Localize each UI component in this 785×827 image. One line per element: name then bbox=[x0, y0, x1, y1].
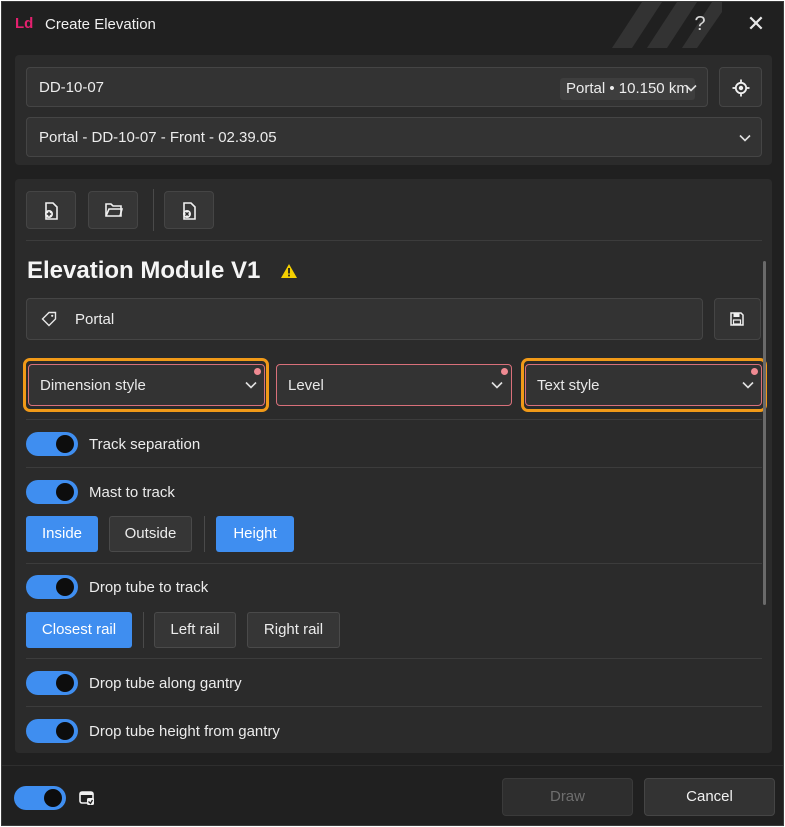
cancel-button[interactable]: Cancel bbox=[644, 778, 775, 816]
location-panel: DD-10-07 Portal • 10.150 km Portal - DD-… bbox=[15, 55, 772, 165]
level-label: Level bbox=[288, 377, 324, 394]
drop-tube-along-gantry-label: Drop tube along gantry bbox=[89, 675, 242, 692]
footer: Draw Cancel bbox=[2, 765, 783, 825]
new-file-icon bbox=[45, 202, 58, 220]
toggle-knob bbox=[44, 789, 62, 807]
toggle-knob bbox=[56, 435, 74, 453]
tag-field[interactable]: Portal bbox=[26, 298, 703, 340]
level-dropdown[interactable]: Level bbox=[276, 364, 512, 406]
module-panel: Elevation Module V1 Portal Dimension sty… bbox=[15, 179, 772, 753]
height-button[interactable]: Height bbox=[216, 516, 294, 552]
warning-icon bbox=[281, 264, 297, 278]
section-separator bbox=[26, 563, 762, 564]
delete-file-button[interactable] bbox=[164, 191, 214, 229]
track-separation-toggle[interactable] bbox=[26, 432, 78, 456]
tag-icon bbox=[41, 311, 57, 327]
inside-button[interactable]: Inside bbox=[26, 516, 98, 552]
text-style-label: Text style bbox=[537, 377, 600, 394]
tag-value: Portal bbox=[75, 311, 115, 328]
outside-button[interactable]: Outside bbox=[109, 516, 192, 552]
section-separator bbox=[26, 658, 762, 659]
app-logo: Ld bbox=[15, 15, 34, 32]
toolbar-divider bbox=[153, 189, 154, 231]
location-badge: Portal • 10.150 km bbox=[560, 78, 695, 100]
toggle-knob bbox=[56, 578, 74, 596]
drop-tube-to-track-label: Drop tube to track bbox=[89, 579, 209, 596]
draw-button[interactable]: Draw bbox=[502, 778, 633, 816]
module-title: Elevation Module V1 bbox=[27, 257, 261, 284]
text-style-dropdown[interactable]: Text style bbox=[525, 364, 762, 406]
required-indicator bbox=[751, 368, 758, 375]
button-group-divider bbox=[143, 612, 144, 648]
closest-rail-button[interactable]: Closest rail bbox=[26, 612, 132, 648]
chevron-down-icon bbox=[739, 132, 751, 144]
save-icon bbox=[730, 312, 744, 326]
elevation-select-value: Portal - DD-10-07 - Front - 02.39.05 bbox=[39, 129, 277, 146]
window-switch-icon bbox=[79, 791, 94, 805]
track-separation-label: Track separation bbox=[89, 436, 201, 453]
chevron-down-icon bbox=[685, 82, 697, 94]
button-group-divider bbox=[204, 516, 205, 552]
mast-to-track-label: Mast to track bbox=[89, 484, 175, 501]
open-folder-button[interactable] bbox=[88, 191, 138, 229]
scrollbar[interactable] bbox=[763, 261, 766, 605]
elevation-select[interactable]: Portal - DD-10-07 - Front - 02.39.05 bbox=[26, 117, 762, 157]
target-icon bbox=[732, 79, 750, 97]
section-separator bbox=[26, 706, 762, 707]
folder-icon bbox=[105, 203, 123, 217]
toggle-knob bbox=[56, 483, 74, 501]
section-separator bbox=[26, 419, 762, 420]
location-field[interactable]: DD-10-07 Portal • 10.150 km bbox=[26, 67, 708, 107]
new-file-button[interactable] bbox=[26, 191, 76, 229]
dimension-style-label: Dimension style bbox=[40, 377, 146, 394]
left-rail-button[interactable]: Left rail bbox=[154, 612, 236, 648]
delete-file-icon bbox=[183, 202, 196, 220]
title-bar: Ld Create Elevation ? ✕ bbox=[2, 2, 783, 48]
location-value: DD-10-07 bbox=[39, 79, 105, 96]
footer-toggle[interactable] bbox=[14, 786, 66, 810]
toggle-knob bbox=[56, 674, 74, 692]
help-button[interactable]: ? bbox=[686, 10, 714, 38]
required-indicator bbox=[501, 368, 508, 375]
chevron-down-icon bbox=[245, 379, 257, 391]
chevron-down-icon bbox=[491, 379, 503, 391]
create-elevation-dialog: Ld Create Elevation ? ✕ DD-10-07 Portal … bbox=[1, 1, 784, 826]
close-button[interactable]: ✕ bbox=[742, 10, 770, 38]
locate-button[interactable] bbox=[719, 67, 762, 107]
section-separator bbox=[26, 467, 762, 468]
toolbar-separator bbox=[26, 240, 762, 241]
mast-to-track-toggle[interactable] bbox=[26, 480, 78, 504]
window-title: Create Elevation bbox=[45, 16, 156, 33]
save-button[interactable] bbox=[714, 298, 761, 340]
toggle-knob bbox=[56, 722, 74, 740]
dimension-style-dropdown[interactable]: Dimension style bbox=[28, 364, 265, 406]
chevron-down-icon bbox=[742, 379, 754, 391]
drop-tube-height-from-gantry-toggle[interactable] bbox=[26, 719, 78, 743]
drop-tube-height-from-gantry-label: Drop tube height from gantry bbox=[89, 723, 280, 740]
required-indicator bbox=[254, 368, 261, 375]
drop-tube-to-track-toggle[interactable] bbox=[26, 575, 78, 599]
right-rail-button[interactable]: Right rail bbox=[247, 612, 340, 648]
drop-tube-along-gantry-toggle[interactable] bbox=[26, 671, 78, 695]
